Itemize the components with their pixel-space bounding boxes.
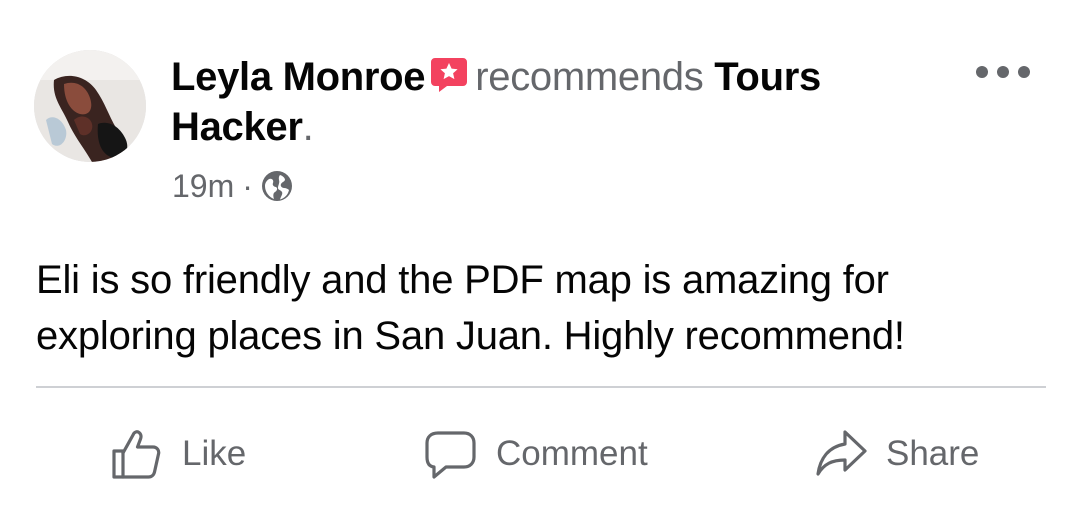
feed-post: Leyla Monroe recommends Tours Hacker. 19… [0,0,1080,528]
thumbs-up-icon [112,430,161,479]
author-avatar[interactable] [34,50,146,162]
share-button[interactable]: Share [814,420,979,488]
like-button[interactable]: Like [110,420,246,488]
author-name[interactable]: Leyla Monroe [171,55,426,99]
like-label: Like [182,434,247,473]
share-label: Share [886,434,980,473]
more-options-button[interactable] [976,58,1030,86]
actions-divider [36,386,1046,388]
globe-icon[interactable] [261,170,293,202]
headline-period: . [302,105,314,149]
more-dot [997,66,1009,78]
more-dot [1018,66,1030,78]
comment-button[interactable]: Comment [424,420,648,488]
post-meta: 19m · [172,164,293,208]
post-actions-bar: Like Comment Share [0,420,1080,488]
more-dot [976,66,988,78]
recommends-text: recommends [475,55,704,99]
recommendation-badge-icon [429,54,469,94]
post-headline: Leyla Monroe recommends Tours Hacker. [171,52,931,152]
share-icon [816,430,867,476]
comment-icon [425,431,476,479]
comment-label: Comment [496,434,648,473]
post-timestamp[interactable]: 19m [172,168,234,205]
avatar-photo [34,50,146,162]
meta-separator: · [242,167,253,204]
post-body: Eli is so friendly and the PDF map is am… [36,258,905,358]
